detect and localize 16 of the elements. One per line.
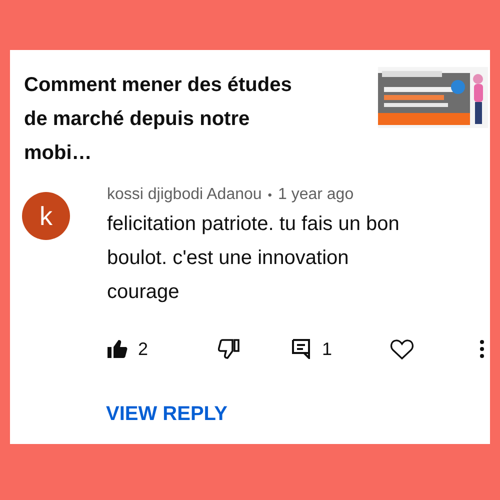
comment-text: felicitation patriote. tu fais un bon boulot. c'est une innovation courage (107, 212, 400, 305)
author-name[interactable]: kossi djigbodi Adanou (107, 183, 262, 207)
heart-icon (390, 338, 414, 360)
comment-time: 1 year ago (278, 185, 354, 205)
reply-count: 1 (322, 338, 332, 360)
more-icon[interactable] (480, 340, 484, 358)
like-button[interactable] (106, 339, 128, 359)
video-title[interactable]: Comment mener des études de marché depuis notre mobi… (24, 68, 317, 170)
heart-button[interactable] (390, 338, 414, 360)
reply-icon[interactable] (292, 339, 310, 359)
avatar[interactable]: k (22, 192, 70, 240)
thumbs-down-icon (218, 339, 240, 359)
view-reply-button[interactable]: VIEW REPLY (106, 399, 228, 429)
like-count: 2 (138, 338, 148, 360)
separator: • (268, 187, 272, 204)
thumbs-up-icon (106, 339, 128, 359)
